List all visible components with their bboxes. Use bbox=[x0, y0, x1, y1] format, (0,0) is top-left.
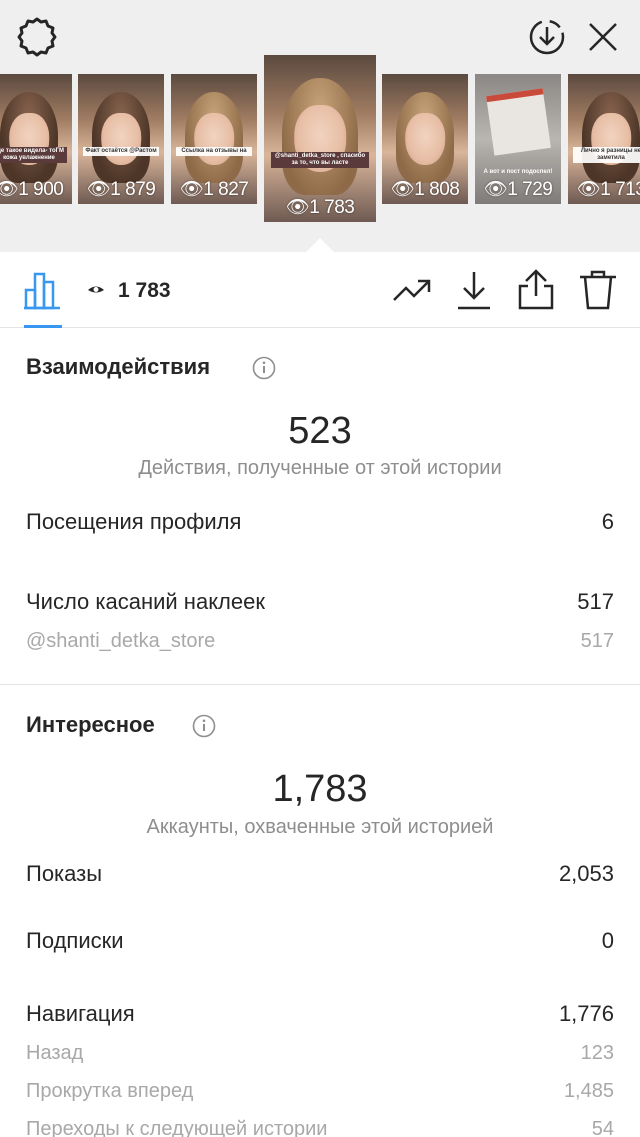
follows-label: Подписки bbox=[26, 928, 124, 953]
sticker-taps-value: 517 bbox=[577, 589, 614, 614]
forward-value: 1,485 bbox=[563, 1080, 614, 1102]
sticker-taps-label: Число касаний наклеек bbox=[26, 589, 265, 614]
profile-visits-value: 6 bbox=[601, 509, 614, 534]
mention-sticker-label[interactable]: @shanti_detka_store bbox=[26, 630, 215, 653]
forward-label: Прокрутка вперед bbox=[26, 1080, 194, 1102]
interactions-total: 523 bbox=[288, 410, 352, 452]
save-circle-icon[interactable] bbox=[524, 14, 570, 60]
insights-toolbar: 1 783 bbox=[0, 252, 640, 328]
story-view-count: 👁1 729 bbox=[483, 179, 553, 200]
story-view-count: 👁1 783 bbox=[285, 197, 355, 218]
impressions-value: 2,053 bbox=[558, 861, 614, 886]
selected-pointer-icon bbox=[306, 238, 334, 252]
download-icon[interactable] bbox=[452, 268, 496, 312]
story-strip: Где такое видела- тоГМ кожа увлажнение 👁… bbox=[0, 0, 640, 252]
story-view-count: 👁1 900 bbox=[0, 179, 64, 200]
story-caption: Ссылка на отзывы на bbox=[176, 146, 252, 156]
story-thumbnail[interactable]: 👁1 808 bbox=[382, 74, 468, 204]
insights-bar-chart-icon[interactable] bbox=[22, 270, 64, 310]
story-thumbnail[interactable]: Где такое видела- тоГМ кожа увлажнение 👁… bbox=[0, 74, 72, 204]
info-icon[interactable] bbox=[192, 714, 216, 738]
story-view-count: 👁1 713 bbox=[568, 177, 640, 201]
story-thumbnail-selected[interactable]: @shanti_detka_store , спасибо за то, что… bbox=[264, 55, 376, 222]
settings-gear-icon[interactable] bbox=[14, 14, 60, 60]
navigation-label: Навигация bbox=[26, 1001, 135, 1026]
reach-caption: Аккаунты, охваченные этой историей bbox=[146, 816, 494, 838]
profile-visits-label: Посещения профиля bbox=[26, 509, 242, 534]
story-view-count: 👁1 808 bbox=[390, 179, 460, 200]
interactions-caption: Действия, полученные от этой истории bbox=[138, 457, 502, 479]
back-value: 123 bbox=[580, 1042, 614, 1064]
story-thumbnail[interactable]: А вот и пост подоспел! 👁1 729 bbox=[475, 74, 561, 204]
thumbnail-face bbox=[194, 113, 234, 165]
story-thumbnail[interactable]: Факт остаётся @Растом 👁1 879 bbox=[78, 74, 164, 204]
back-label: Назад bbox=[26, 1042, 84, 1064]
story-caption: @shanti_detka_store , спасибо за то, что… bbox=[270, 151, 370, 168]
story-views-value: 1 879 bbox=[110, 179, 156, 200]
thumbnail-image bbox=[486, 88, 552, 156]
story-caption: Факт остаётся @Растом bbox=[83, 146, 159, 156]
follows-value: 0 bbox=[601, 928, 614, 953]
mention-sticker-value: 517 bbox=[580, 630, 614, 652]
thumbnail-face bbox=[405, 113, 445, 165]
discovery-title: Интересное bbox=[26, 712, 155, 737]
story-views-value: 1 783 bbox=[309, 197, 355, 218]
impressions-label: Показы bbox=[26, 861, 103, 886]
info-icon[interactable] bbox=[252, 356, 276, 380]
story-view-count: 👁1 879 bbox=[86, 179, 156, 200]
story-caption: Лично я разницы не заметила bbox=[573, 146, 640, 163]
next-story-label: Переходы к следующей истории bbox=[26, 1118, 328, 1137]
reach-total: 1,783 bbox=[272, 768, 368, 810]
thumbnail-face bbox=[101, 113, 141, 165]
section-divider bbox=[0, 684, 640, 685]
story-views-value: 1 808 bbox=[414, 179, 460, 200]
next-story-value: 54 bbox=[591, 1118, 614, 1137]
eye-icon bbox=[88, 286, 104, 293]
trash-icon[interactable] bbox=[576, 268, 620, 312]
view-count: 1 783 bbox=[118, 279, 171, 302]
trending-icon[interactable] bbox=[390, 268, 434, 312]
story-thumbnail[interactable]: Ссылка на отзывы на 👁1 827 bbox=[171, 74, 257, 204]
close-icon[interactable] bbox=[580, 14, 626, 60]
navigation-value: 1,776 bbox=[558, 1001, 614, 1026]
active-tab-indicator bbox=[24, 325, 62, 328]
interactions-title: Взаимодействия bbox=[26, 354, 211, 379]
share-icon[interactable] bbox=[514, 268, 558, 312]
story-views-value: 1 900 bbox=[18, 179, 64, 200]
story-caption: А вот и пост подоспел! bbox=[483, 168, 553, 175]
story-caption: Где такое видела- тоГМ кожа увлажнение bbox=[0, 146, 67, 163]
story-view-count: 👁1 827 bbox=[179, 179, 249, 200]
story-views-value: 1 729 bbox=[507, 179, 553, 200]
story-views-value: 1 713 bbox=[600, 179, 640, 200]
story-thumbnail[interactable]: Лично я разницы не заметила 👁1 713 bbox=[568, 74, 640, 204]
story-views-value: 1 827 bbox=[203, 179, 249, 200]
